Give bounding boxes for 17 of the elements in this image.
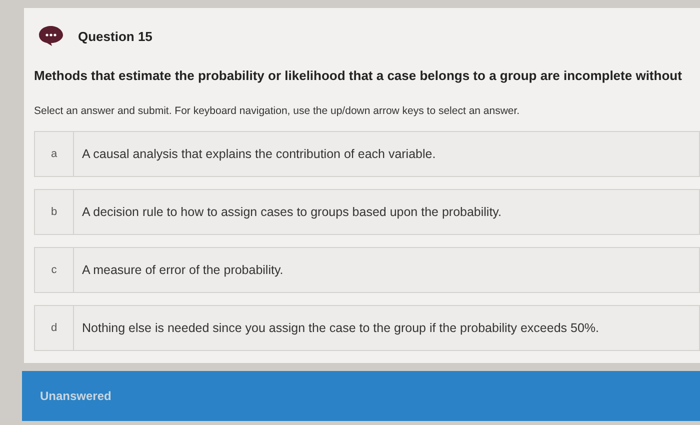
instruction-text: Select an answer and submit. For keyboard navigation, use the up/down arrow keys to select an answer. <box>34 105 521 117</box>
question-title: Question 15 <box>78 28 152 44</box>
answer-option[interactable]: b A decision rule to how to assign cases to groups based upon the probability. <box>34 189 700 235</box>
option-letter: d <box>35 306 74 350</box>
option-text: Nothing else is needed since you assign the case to the group if the probability exceeds 50%. <box>81 320 599 337</box>
answer-option[interactable]: c A measure of error of the probability. <box>34 247 700 293</box>
option-letter: b <box>35 190 74 234</box>
option-text: A measure of error of the probability. <box>81 262 284 279</box>
status-text: Unanswered <box>40 389 112 403</box>
answer-option[interactable]: a A causal analysis that explains the contribution of each variable. <box>34 131 700 177</box>
chat-bubble-icon <box>38 25 64 47</box>
option-letter: c <box>35 248 74 292</box>
question-text: Methods that estimate the probability or likelihood that a case belongs to a group are incomplete without <box>34 68 683 83</box>
option-text: A decision rule to how to assign cases to groups based upon the probability. <box>81 204 502 221</box>
option-letter: a <box>35 132 74 176</box>
option-text: A causal analysis that explains the contribution of each variable. <box>81 146 436 163</box>
answer-option[interactable]: d Nothing else is needed since you assign the case to the group if the probability exceeds 50%. <box>34 305 700 351</box>
